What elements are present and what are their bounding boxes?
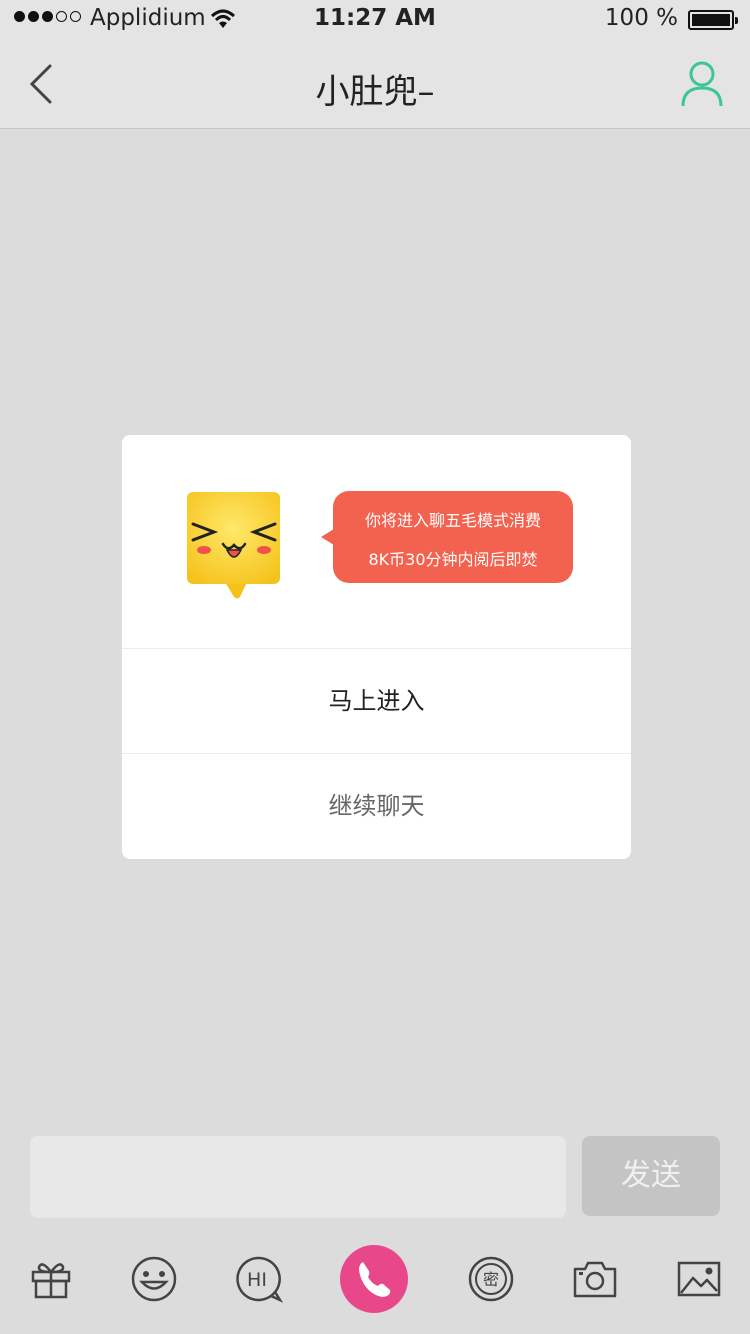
nav-bar: 小肚兜– [0,40,750,129]
enter-now-button[interactable]: 马上进入 [122,649,631,753]
dialog-message-line2: 8K币30分钟内阅后即焚 [368,550,538,569]
person-icon [681,61,723,107]
hi-button[interactable]: HI [225,1236,291,1322]
battery-icon [688,10,738,30]
mascot-icon [187,492,280,599]
send-button[interactable]: 发送 [582,1136,720,1216]
status-bar: Applidium 11:27 AM 100 % [0,0,750,40]
gift-icon [31,1263,71,1299]
burn-mode-dialog: 你将进入聊五毛模式消费 8K币30分钟内阅后即焚 马上进入 继续聊天 [122,435,631,859]
message-input[interactable] [30,1136,566,1218]
page-title: 小肚兜– [315,72,435,112]
svg-text:HI: HI [247,1269,267,1291]
secret-mode-button[interactable]: 密 [458,1236,524,1322]
emoji-icon [131,1256,177,1302]
voice-call-button[interactable] [338,1236,410,1322]
continue-chat-button[interactable]: 继续聊天 [122,754,631,858]
camera-icon [573,1261,617,1298]
secret-icon: 密 [468,1256,514,1302]
speech-bubble: 你将进入聊五毛模式消费 8K币30分钟内阅后即焚 [321,491,573,583]
dialog-message-line1: 你将进入聊五毛模式消费 [364,511,541,530]
dialog-hero: 你将进入聊五毛模式消费 8K币30分钟内阅后即焚 [122,435,631,648]
image-icon [677,1261,721,1297]
battery-percent: 100 % [604,5,678,31]
phone-call-icon [340,1245,408,1313]
camera-button[interactable] [562,1236,628,1322]
chat-toolbar: HI 密 [0,1236,750,1334]
svg-text:密: 密 [483,1270,499,1289]
emoji-button[interactable] [121,1236,187,1322]
profile-button[interactable] [680,60,724,108]
hi-icon: HI [236,1256,283,1303]
photo-library-button[interactable] [666,1236,732,1322]
gift-button[interactable] [18,1236,84,1322]
